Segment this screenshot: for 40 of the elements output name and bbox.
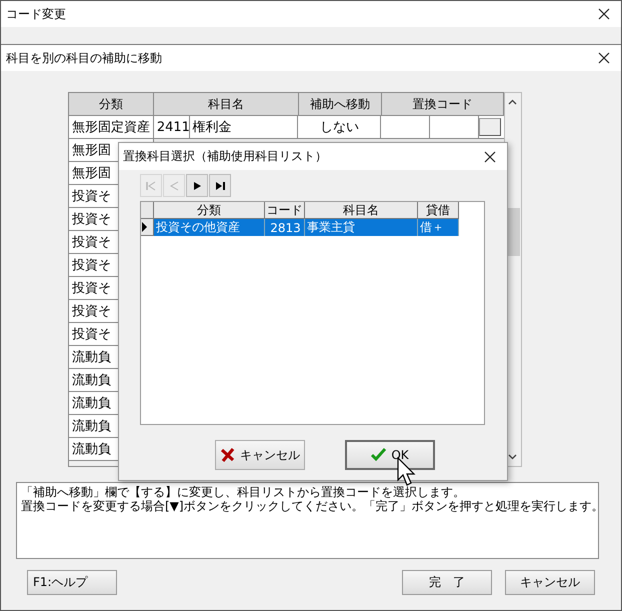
cross-icon xyxy=(220,447,236,463)
table-cell: 事業主貸 xyxy=(305,219,418,236)
table-cell: 2813 xyxy=(265,219,305,236)
column-header: 置換コード xyxy=(382,93,504,116)
close-icon xyxy=(484,150,496,162)
table-cell: 権利金 xyxy=(190,116,298,139)
table-cell: 無形固定資産 xyxy=(69,116,154,139)
column-header: 科目名 xyxy=(305,202,418,219)
table-cell: しない xyxy=(298,116,382,139)
column-header: 科目名 xyxy=(154,93,299,116)
ok-button[interactable]: OK xyxy=(345,440,435,470)
column-header: 補助へ移動 xyxy=(299,93,382,116)
table-cell: 投資その他資産 xyxy=(154,219,265,236)
cancel-button[interactable]: キャンセル xyxy=(505,570,595,595)
check-icon xyxy=(371,447,388,463)
column-header: コード xyxy=(265,202,305,219)
table-cell: 2411 xyxy=(154,116,190,139)
first-icon xyxy=(145,180,157,192)
play-icon xyxy=(191,180,203,192)
table-cell: 借＋ xyxy=(418,219,459,236)
column-header: 分類 xyxy=(154,202,265,219)
help-button[interactable]: F1:ヘルプ xyxy=(27,570,117,595)
done-button[interactable]: 完 了 xyxy=(402,570,492,595)
close-icon xyxy=(598,8,610,20)
column-header: 分類 xyxy=(69,93,154,116)
nav-button[interactable] xyxy=(209,174,231,197)
message-text: 置換コードを変更する場合[▼]ボタンをクリックしてください。「完了」ボタンを押すと処理を実行します。 xyxy=(21,499,594,513)
panel-title: 科目を別の科目の補助に移動 xyxy=(6,50,162,66)
row-header xyxy=(141,202,154,219)
last-icon xyxy=(214,180,226,192)
close-icon xyxy=(598,52,610,64)
prev-icon xyxy=(168,180,180,192)
row-pointer-icon xyxy=(141,221,148,233)
table-cell xyxy=(381,116,430,139)
cell-button[interactable] xyxy=(479,118,502,136)
column-header: 貸借 xyxy=(418,202,459,219)
message-text: 「補助へ移動」欄で【する】に変更し、科目リストから置換コードを選択します。 xyxy=(21,485,466,499)
cancel-button[interactable]: キャンセル xyxy=(215,440,305,470)
nav-button[interactable] xyxy=(186,174,208,197)
window-title: コード変更 xyxy=(6,6,66,22)
